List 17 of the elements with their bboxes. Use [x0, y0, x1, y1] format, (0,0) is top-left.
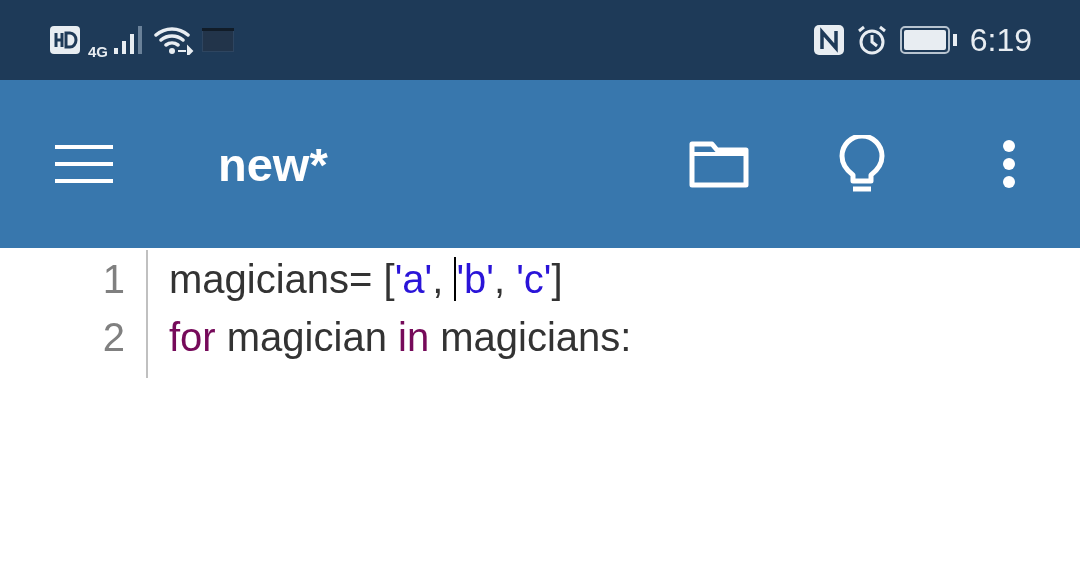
line-number: 1: [102, 256, 125, 303]
file-title: new*: [218, 136, 328, 192]
network-type: 4G: [88, 42, 108, 60]
nfc-icon: [813, 25, 844, 55]
wifi-icon: [154, 25, 194, 55]
code-line: magicians= ['a', 'b', 'c']: [169, 256, 564, 303]
code-line: for magician in magicians:: [169, 314, 632, 361]
battery-icon: [899, 26, 958, 54]
folder-icon[interactable]: [689, 140, 749, 188]
lightbulb-icon[interactable]: [839, 135, 885, 193]
clock-time: 6:19: [969, 21, 1032, 59]
screen-icon: [202, 28, 234, 52]
more-options-icon[interactable]: [1002, 139, 1016, 189]
line-number: 2: [102, 314, 125, 361]
menu-icon[interactable]: [55, 145, 113, 183]
alarm-icon: [855, 24, 888, 56]
hd-icon: [50, 26, 80, 54]
